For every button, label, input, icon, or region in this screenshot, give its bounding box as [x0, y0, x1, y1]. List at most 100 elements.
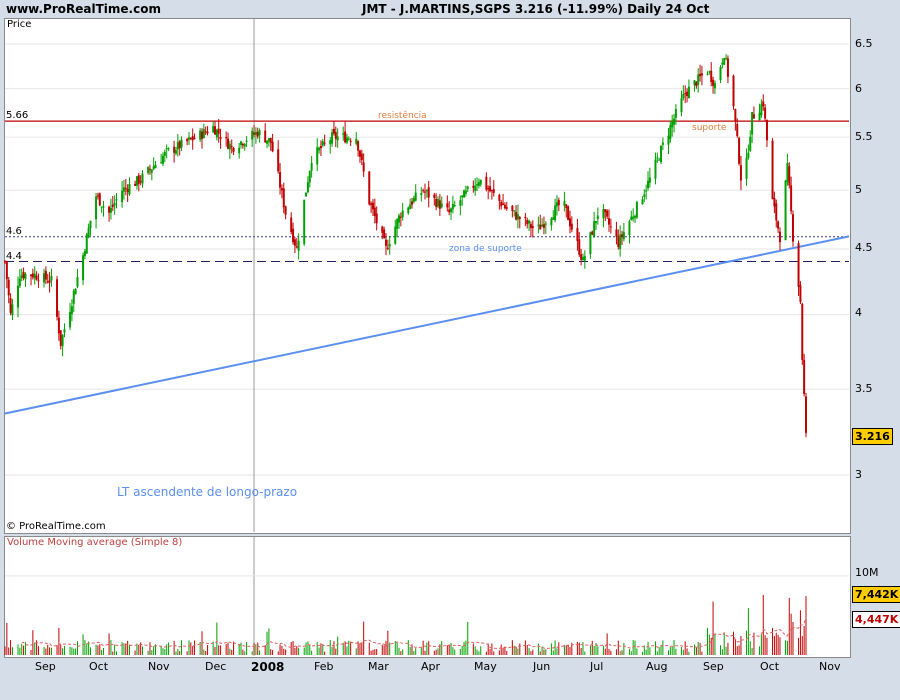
candle-body: [33, 273, 36, 278]
candle-body: [790, 185, 793, 212]
candle-body: [648, 177, 651, 183]
candle-body: [383, 229, 386, 239]
candle-body: [719, 66, 722, 81]
candle-body: [124, 187, 127, 189]
annotation-lt: LT ascendente de longo-prazo: [117, 485, 298, 499]
candle-body: [777, 221, 780, 229]
candle-body: [513, 210, 516, 212]
candle-body: [615, 229, 618, 237]
candle-body: [46, 281, 49, 283]
candle-body: [669, 125, 672, 140]
candle-body: [139, 181, 142, 183]
candle-body: [191, 135, 194, 141]
level-44-value: 4.4: [6, 251, 22, 262]
candle-body: [658, 159, 661, 161]
candle-body: [758, 112, 761, 121]
candle-body: [85, 234, 88, 254]
candle-body: [425, 190, 428, 192]
credit-label: © ProRealTime.com: [6, 521, 106, 532]
candle-body: [397, 215, 400, 223]
candle-body: [148, 168, 151, 170]
candle-body: [552, 217, 555, 220]
candle-body: [399, 216, 402, 218]
candle-body: [5, 261, 8, 280]
candle-body: [463, 190, 466, 198]
candle-body: [293, 239, 296, 246]
candle-body: [193, 137, 196, 139]
candle-body: [524, 216, 527, 219]
candle-body: [50, 276, 53, 281]
x-axis-label: Apr: [421, 660, 441, 673]
candle-body: [113, 203, 116, 206]
candle-body: [253, 132, 256, 135]
candle-body: [764, 107, 767, 119]
candle-body: [500, 201, 503, 207]
candle-body: [199, 130, 202, 140]
annotation-zona-suporte: zona de suporte: [449, 244, 522, 254]
candle-body: [373, 207, 376, 217]
candle-body: [386, 247, 389, 249]
candle-body: [186, 139, 189, 142]
candle-body: [576, 228, 579, 242]
candle-body: [656, 157, 659, 159]
candle-body: [318, 147, 321, 151]
candle-body: [344, 131, 347, 143]
candle-body: [557, 200, 560, 206]
candle-body: [537, 224, 540, 226]
y-tick-label: 5.5: [855, 130, 873, 143]
candle-body: [635, 201, 638, 218]
candle-body: [329, 140, 332, 145]
candle-body: [22, 271, 25, 279]
candle-body: [567, 206, 570, 221]
volume-ma-label: Volume Moving average (Simple 8): [7, 537, 183, 548]
candle-body: [407, 207, 410, 213]
candle-body: [466, 186, 469, 189]
candle-body: [308, 171, 311, 183]
last-price-badge: 3.216: [852, 428, 893, 445]
candle-body: [706, 73, 709, 75]
candle-body: [109, 207, 112, 213]
candle-body: [700, 73, 703, 76]
candle-body: [550, 218, 553, 226]
candle-body: [176, 142, 179, 150]
candle-body: [804, 396, 807, 433]
candle-body: [797, 243, 800, 287]
candle-body: [102, 206, 105, 208]
candle-body: [721, 62, 724, 65]
candle-body: [31, 273, 34, 278]
x-axis-label: Aug: [646, 660, 668, 673]
candle-body: [297, 240, 300, 251]
candle-body: [726, 58, 729, 77]
candle-body: [219, 137, 222, 139]
candle-body: [362, 162, 365, 172]
level-resist-value: 5.66: [6, 110, 29, 121]
candle-body: [594, 221, 597, 224]
candle-body: [773, 197, 776, 207]
candle-body: [316, 147, 319, 165]
candle-body: [7, 279, 10, 296]
candle-body: [448, 209, 451, 213]
candle-body: [583, 256, 586, 261]
candle-body: [370, 203, 373, 206]
candle-body: [682, 94, 685, 98]
x-axis-label: May: [474, 660, 497, 673]
candle-body: [266, 140, 269, 144]
candle-body: [474, 185, 477, 191]
candle-body: [290, 217, 293, 233]
candle-body: [477, 182, 480, 186]
candle-body: [749, 136, 752, 151]
x-axis-label: 2008: [251, 660, 285, 674]
candle-body: [82, 255, 85, 281]
volume-y-tick: 10M: [855, 566, 879, 579]
candle-body: [697, 74, 700, 85]
annotation-resistencia: resistência: [378, 111, 427, 121]
candle-body: [801, 303, 804, 360]
candle-body: [381, 226, 384, 233]
candle-body: [446, 203, 449, 208]
candle-body: [604, 209, 607, 213]
candle-body: [589, 232, 592, 255]
candle-body: [788, 166, 791, 186]
candle-body: [76, 277, 79, 287]
candle-body: [336, 136, 339, 141]
candle-body: [680, 98, 683, 113]
